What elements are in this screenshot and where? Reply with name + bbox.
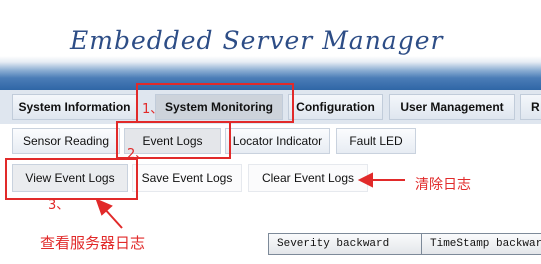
annotation-arrows	[95, 172, 405, 229]
event-log-table-header: Severity backward TimeStamp backward	[268, 233, 541, 255]
arrow-view-logs	[95, 198, 123, 229]
clear-logs-annotation: 清除日志	[415, 177, 471, 193]
column-header-severity[interactable]: Severity backward	[269, 234, 422, 254]
column-header-timestamp[interactable]: TimeStamp backward	[422, 234, 541, 254]
view-logs-annotation: 查看服务器日志	[40, 234, 146, 252]
arrow-clear-logs	[357, 172, 405, 188]
